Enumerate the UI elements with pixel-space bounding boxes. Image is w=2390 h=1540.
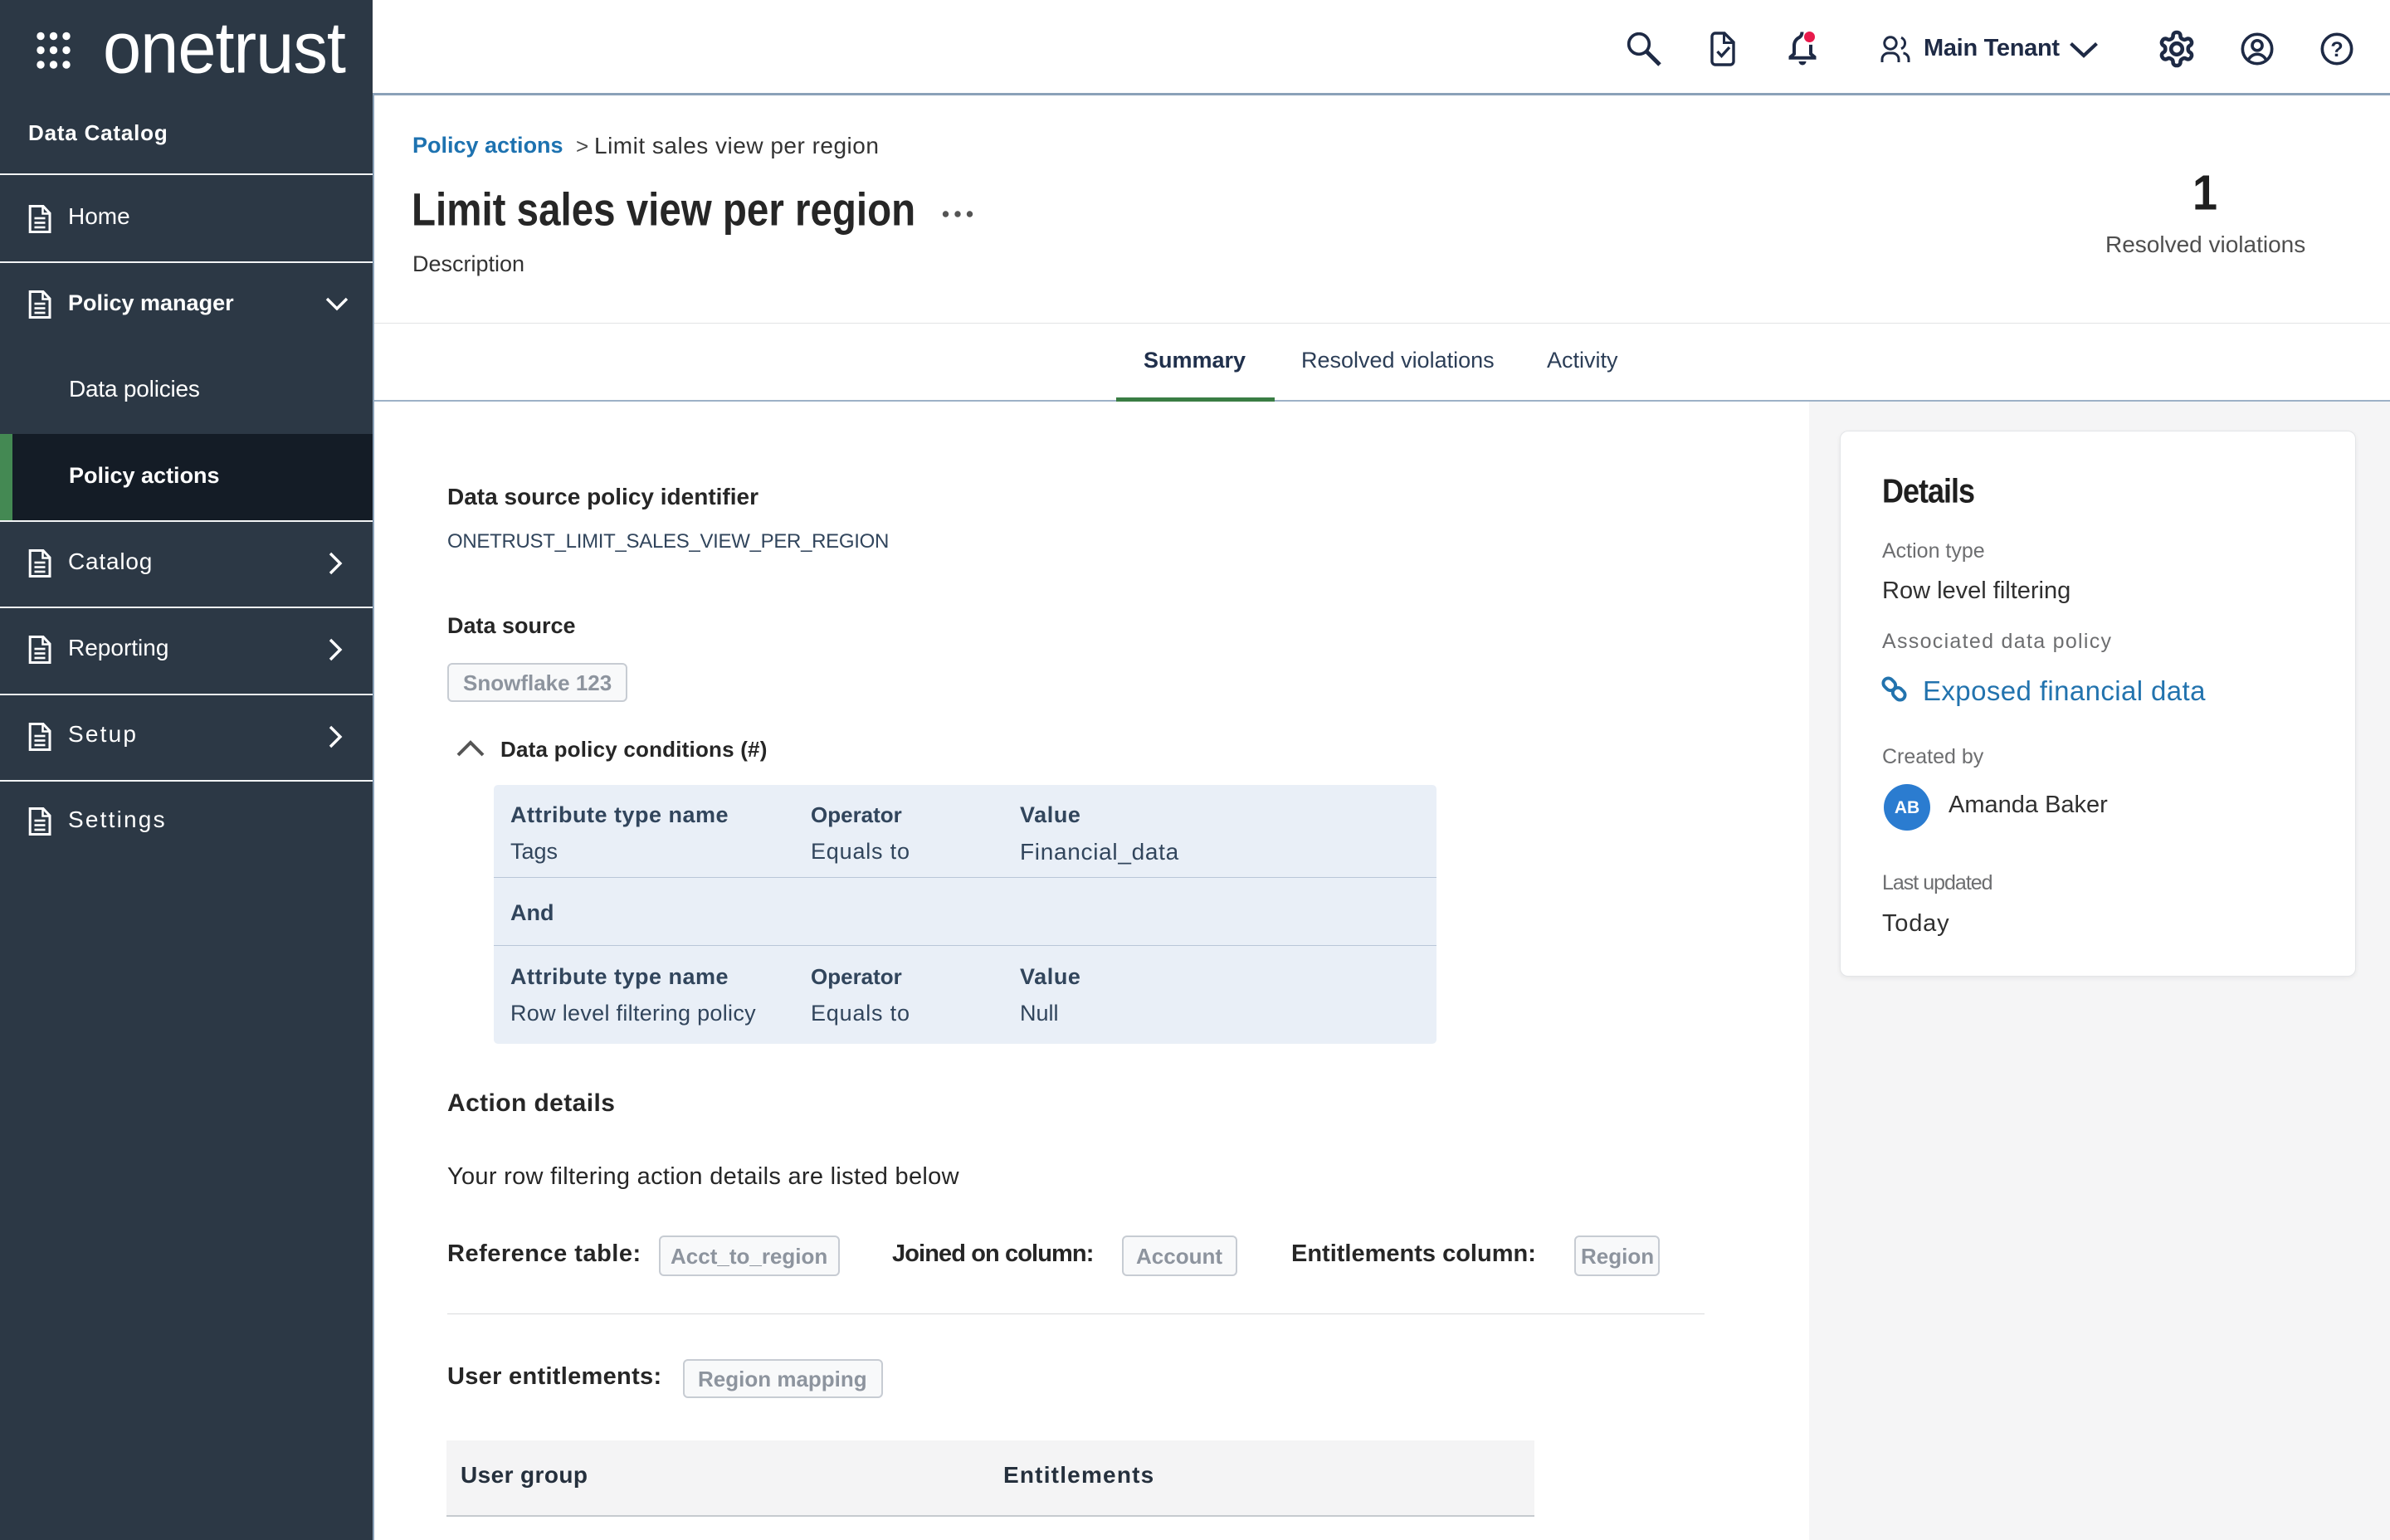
- svg-text:?: ?: [2330, 38, 2343, 61]
